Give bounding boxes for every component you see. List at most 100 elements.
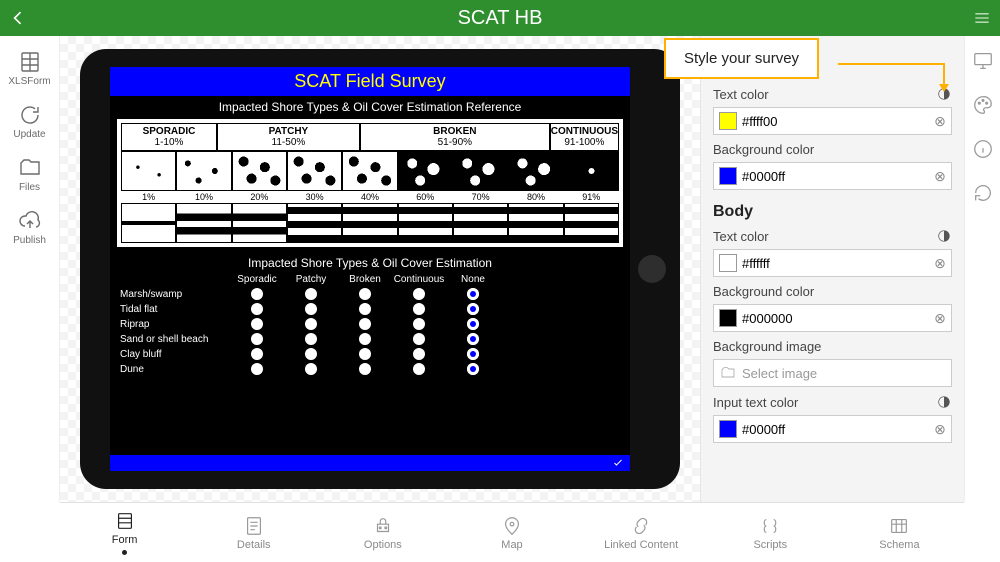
body-bg-color-input[interactable]	[742, 311, 929, 326]
palette-icon[interactable]	[972, 94, 994, 116]
radio-option[interactable]	[446, 288, 500, 300]
row-label: Dune	[120, 364, 230, 375]
clear-icon[interactable]: ⊗	[929, 110, 951, 132]
contrast-icon[interactable]	[936, 228, 952, 244]
info-icon[interactable]	[972, 138, 994, 160]
header-bg-color-input[interactable]	[742, 169, 929, 184]
header-bg-color-field[interactable]: ⊗	[713, 162, 952, 190]
radio-option[interactable]	[284, 288, 338, 300]
radio-option[interactable]	[284, 303, 338, 315]
radio-option[interactable]	[392, 333, 446, 345]
radio-option[interactable]	[338, 363, 392, 375]
radio-option[interactable]	[284, 363, 338, 375]
preview-canvas: SCAT Field Survey Impacted Shore Types &…	[60, 36, 700, 502]
question-title: Impacted Shore Types & Oil Cover Estimat…	[110, 248, 630, 274]
color-swatch[interactable]	[719, 112, 737, 130]
clear-icon[interactable]: ⊗	[929, 165, 951, 187]
body-text-color-label: Text color	[713, 229, 769, 244]
body-text-color-field[interactable]: ⊗	[713, 249, 952, 277]
radio-option[interactable]	[392, 363, 446, 375]
tab-schema[interactable]: Schema	[835, 503, 964, 562]
radio-option[interactable]	[284, 348, 338, 360]
radio-option[interactable]	[392, 288, 446, 300]
xlsform-button[interactable]: XLSForm	[1, 44, 59, 93]
files-button[interactable]: Files	[1, 150, 59, 199]
radio-option[interactable]	[392, 318, 446, 330]
radio-option[interactable]	[446, 333, 500, 345]
color-swatch[interactable]	[719, 309, 737, 327]
header-text-color-input[interactable]	[742, 114, 929, 129]
top-bar: SCAT HB	[0, 0, 1000, 36]
radio-option[interactable]	[446, 318, 500, 330]
publish-button[interactable]: Publish	[1, 203, 59, 252]
clear-icon[interactable]: ⊗	[929, 252, 951, 274]
color-swatch[interactable]	[719, 420, 737, 438]
column-header: None	[446, 274, 500, 285]
bg-image-placeholder: Select image	[742, 366, 817, 381]
callout-box: Style your survey	[664, 38, 819, 79]
survey-footer-bar	[110, 455, 630, 471]
tab-map[interactable]: Map	[447, 503, 576, 562]
body-bg-image-label: Background image	[713, 339, 821, 354]
radio-option[interactable]	[338, 333, 392, 345]
tab-form[interactable]: Form	[60, 503, 189, 562]
radio-option[interactable]	[446, 303, 500, 315]
row-label: Marsh/swamp	[120, 289, 230, 300]
tab-options[interactable]: Options	[318, 503, 447, 562]
header-bg-color-label: Background color	[713, 142, 814, 157]
radio-option[interactable]	[338, 318, 392, 330]
contrast-icon[interactable]	[936, 394, 952, 410]
hamburger-icon[interactable]	[964, 0, 1000, 36]
input-text-color-input[interactable]	[742, 422, 929, 437]
body-bg-image-field[interactable]: Select image	[713, 359, 952, 387]
input-text-color-field[interactable]: ⊗	[713, 415, 952, 443]
callout-arrow	[838, 60, 952, 94]
radio-option[interactable]	[230, 333, 284, 345]
question-grid: SporadicPatchyBrokenContinuousNone Marsh/…	[110, 274, 630, 375]
body-section-title: Body	[713, 203, 952, 221]
back-button[interactable]	[0, 0, 36, 36]
radio-option[interactable]	[230, 318, 284, 330]
color-swatch[interactable]	[719, 254, 737, 272]
survey-title: SCAT Field Survey	[110, 67, 630, 96]
tab-details[interactable]: Details	[189, 503, 318, 562]
update-button[interactable]: Update	[1, 97, 59, 146]
tab-scripts[interactable]: Scripts	[706, 503, 835, 562]
radio-option[interactable]	[338, 288, 392, 300]
radio-option[interactable]	[446, 348, 500, 360]
column-header: Sporadic	[230, 274, 284, 285]
color-swatch[interactable]	[719, 167, 737, 185]
radio-option[interactable]	[338, 348, 392, 360]
radio-option[interactable]	[284, 333, 338, 345]
tab-linked-content[interactable]: Linked Content	[577, 503, 706, 562]
undo-icon[interactable]	[972, 182, 994, 204]
radio-option[interactable]	[392, 303, 446, 315]
radio-option[interactable]	[230, 303, 284, 315]
column-header: Patchy	[284, 274, 338, 285]
clear-icon[interactable]: ⊗	[929, 307, 951, 329]
body-text-color-input[interactable]	[742, 256, 929, 271]
body-bg-color-field[interactable]: ⊗	[713, 304, 952, 332]
radio-option[interactable]	[338, 303, 392, 315]
row-label: Riprap	[120, 319, 230, 330]
header-text-color-field[interactable]: ⊗	[713, 107, 952, 135]
update-label: Update	[13, 129, 45, 140]
row-label: Clay bluff	[120, 349, 230, 360]
column-header: Broken	[338, 274, 392, 285]
radio-option[interactable]	[230, 363, 284, 375]
radio-option[interactable]	[230, 348, 284, 360]
tablet-frame: SCAT Field Survey Impacted Shore Types &…	[80, 49, 680, 489]
left-rail: XLSForm Update Files Publish	[0, 36, 60, 502]
bottom-tabs: FormDetailsOptionsMapLinked ContentScrip…	[60, 502, 964, 562]
clear-icon[interactable]: ⊗	[929, 418, 951, 440]
header-text-color-label: Text color	[713, 87, 769, 102]
column-header: Continuous	[392, 274, 446, 285]
monitor-icon[interactable]	[972, 50, 994, 72]
check-icon	[612, 457, 624, 469]
input-text-color-label: Input text color	[713, 395, 798, 410]
row-label: Sand or shell beach	[120, 334, 230, 345]
radio-option[interactable]	[446, 363, 500, 375]
radio-option[interactable]	[392, 348, 446, 360]
radio-option[interactable]	[230, 288, 284, 300]
radio-option[interactable]	[284, 318, 338, 330]
